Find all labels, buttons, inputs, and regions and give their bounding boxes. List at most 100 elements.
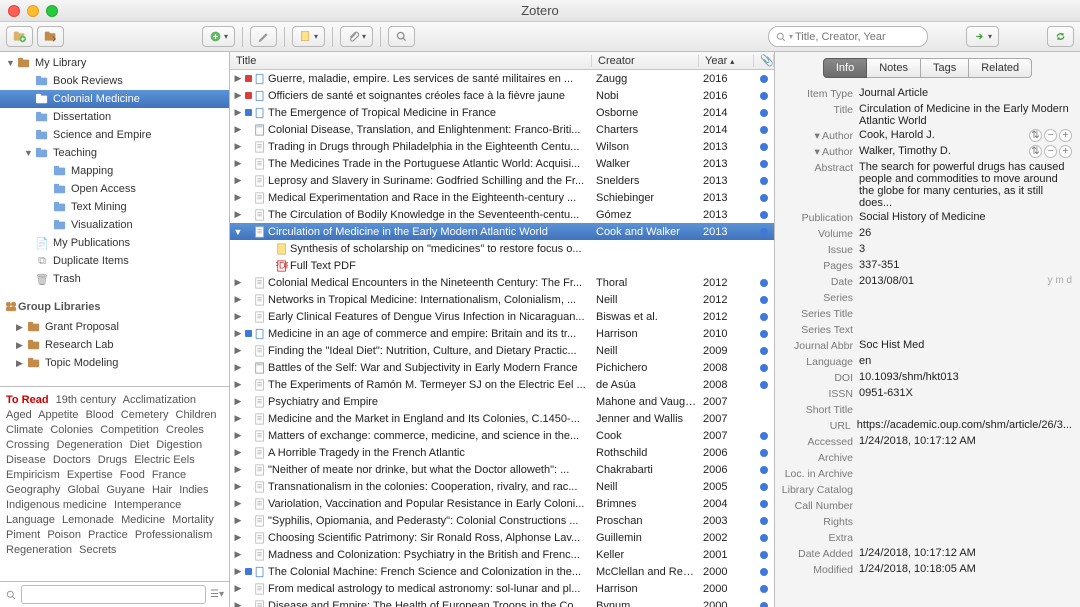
tag[interactable]: Empiricism xyxy=(6,469,60,481)
field-value[interactable]: 1/24/2018, 10:17:12 AM xyxy=(859,435,1072,447)
item-child-row[interactable]: PDFFull Text PDF xyxy=(230,257,774,274)
collection-row[interactable]: ▼Teaching xyxy=(0,144,229,162)
tag[interactable]: Indies xyxy=(179,484,208,496)
tag[interactable]: Appetite xyxy=(38,409,78,421)
tag[interactable]: France xyxy=(152,469,186,481)
collection-row[interactable]: Text Mining xyxy=(0,198,229,216)
field-row[interactable]: Series xyxy=(779,290,1072,306)
item-row[interactable]: ▶"Syphilis, Opiomania, and Pederasty": C… xyxy=(230,512,774,529)
field-row[interactable]: Short Title xyxy=(779,402,1072,418)
tag[interactable]: Food xyxy=(120,469,145,481)
window-close-button[interactable] xyxy=(8,5,20,17)
field-row[interactable]: ISSN0951-631X xyxy=(779,386,1072,402)
item-row[interactable]: ▶The Experiments of Ramón M. Termeyer SJ… xyxy=(230,376,774,393)
item-row[interactable]: ▶The Colonial Machine: French Science an… xyxy=(230,563,774,580)
field-row[interactable]: AbstractThe search for powerful drugs ha… xyxy=(779,160,1072,210)
tag[interactable]: Digestion xyxy=(156,439,202,451)
item-row[interactable]: ▶Colonial Disease, Translation, and Enli… xyxy=(230,121,774,138)
item-row[interactable]: ▶Medicine in an age of commerce and empi… xyxy=(230,325,774,342)
quick-search-field[interactable]: ▾ xyxy=(768,26,928,47)
tag[interactable]: 19th century xyxy=(56,394,117,406)
tag[interactable]: Guyane xyxy=(106,484,145,496)
item-row[interactable]: ▶Guerre, maladie, empire. Les services d… xyxy=(230,70,774,87)
tag[interactable]: Children xyxy=(176,409,217,421)
tag[interactable]: To Read xyxy=(6,394,49,406)
remove-creator-button[interactable]: − xyxy=(1044,129,1057,142)
item-row[interactable]: ▶A Horrible Tragedy in the French Atlant… xyxy=(230,444,774,461)
window-zoom-button[interactable] xyxy=(46,5,58,17)
tag[interactable]: Mortality xyxy=(172,514,214,526)
item-row[interactable]: ▶The Circulation of Bodily Knowledge in … xyxy=(230,206,774,223)
remove-creator-button[interactable]: − xyxy=(1044,145,1057,158)
field-row[interactable]: Issue3 xyxy=(779,242,1072,258)
field-row[interactable]: Rights xyxy=(779,514,1072,530)
item-row[interactable]: ▶Psychiatry and EmpireMahone and Vaughan… xyxy=(230,393,774,410)
tag[interactable]: Competition xyxy=(100,424,159,436)
new-library-button[interactable] xyxy=(37,26,64,47)
tag-filter-input[interactable] xyxy=(21,585,206,604)
tag[interactable]: Crossing xyxy=(6,439,49,451)
field-row[interactable]: Call Number xyxy=(779,498,1072,514)
field-row[interactable]: Pages337-351 xyxy=(779,258,1072,274)
item-row[interactable]: ▶Networks in Tropical Medicine: Internat… xyxy=(230,291,774,308)
field-row[interactable]: Date Added1/24/2018, 10:17:12 AM xyxy=(779,546,1072,562)
field-row[interactable]: Library Catalog xyxy=(779,482,1072,498)
field-row[interactable]: Journal AbbrSoc Hist Med xyxy=(779,338,1072,354)
sync-button[interactable] xyxy=(1047,26,1074,47)
field-row[interactable]: Date2013/08/01y m d xyxy=(779,274,1072,290)
special-row[interactable]: 📄My Publications xyxy=(0,234,229,252)
field-row[interactable]: Loc. in Archive xyxy=(779,466,1072,482)
tag[interactable]: Indigenous medicine xyxy=(6,499,107,511)
tag-options-button[interactable]: ☰▾ xyxy=(210,589,224,600)
field-row[interactable]: PublicationSocial History of Medicine xyxy=(779,210,1072,226)
group-row[interactable]: ▶Research Lab xyxy=(0,336,229,354)
item-row[interactable]: ▶The Emergence of Tropical Medicine in F… xyxy=(230,104,774,121)
field-row[interactable]: Languageen xyxy=(779,354,1072,370)
item-row[interactable]: ▶Matters of exchange: commerce, medicine… xyxy=(230,427,774,444)
item-row[interactable]: ▶The Medicines Trade in the Portuguese A… xyxy=(230,155,774,172)
collection-row[interactable]: Open Access xyxy=(0,180,229,198)
special-row[interactable]: 🗑Trash xyxy=(0,270,229,288)
search-mode-dropdown[interactable]: ▾ xyxy=(789,32,793,41)
collection-row[interactable]: Visualization xyxy=(0,216,229,234)
tag[interactable]: Hair xyxy=(152,484,172,496)
item-row[interactable]: ▶Early Clinical Features of Dengue Virus… xyxy=(230,308,774,325)
field-value[interactable]: Walker, Timothy D.⇅−+ xyxy=(859,145,1072,158)
tag[interactable]: Global xyxy=(68,484,100,496)
item-row[interactable]: ▶Medicine and the Market in England and … xyxy=(230,410,774,427)
tag[interactable]: Creoles xyxy=(166,424,204,436)
item-row[interactable]: ▶Disease and Empire: The Health of Europ… xyxy=(230,597,774,607)
tag[interactable]: Expertise xyxy=(67,469,113,481)
field-value[interactable]: Soc Hist Med xyxy=(859,339,1072,351)
field-value[interactable]: https://academic.oup.com/shm/article/26/… xyxy=(857,419,1072,431)
collection-row[interactable]: Science and Empire xyxy=(0,126,229,144)
tag[interactable]: Electric Eels xyxy=(134,454,195,466)
tag[interactable]: Cemetery xyxy=(121,409,169,421)
tag[interactable]: Regeneration xyxy=(6,544,72,556)
quick-search-input[interactable] xyxy=(795,31,921,43)
swap-names-button[interactable]: ⇅ xyxy=(1029,145,1042,158)
field-row[interactable]: DOI10.1093/shm/hkt013 xyxy=(779,370,1072,386)
locate-button[interactable]: ▾ xyxy=(966,26,999,47)
item-row[interactable]: ▶Colonial Medical Encounters in the Nine… xyxy=(230,274,774,291)
tag[interactable]: Climate xyxy=(6,424,43,436)
field-value[interactable]: 10.1093/shm/hkt013 xyxy=(859,371,1072,383)
field-row[interactable]: Item TypeJournal Article xyxy=(779,86,1072,102)
tab-notes[interactable]: Notes xyxy=(867,58,921,78)
tag[interactable]: Blood xyxy=(86,409,114,421)
collection-row[interactable]: Book Reviews xyxy=(0,72,229,90)
tag[interactable]: Piment xyxy=(6,529,40,541)
field-row[interactable]: ▾ AuthorCook, Harold J.⇅−+ xyxy=(779,128,1072,144)
field-row[interactable]: Volume26 xyxy=(779,226,1072,242)
tag[interactable]: Secrets xyxy=(79,544,116,556)
item-child-row[interactable]: Synthesis of scholarship on "medicines" … xyxy=(230,240,774,257)
field-value[interactable]: Cook, Harold J.⇅−+ xyxy=(859,129,1072,142)
tag[interactable]: Lemonade xyxy=(62,514,114,526)
column-attachment[interactable]: 📎 xyxy=(754,54,774,67)
group-row[interactable]: ▶Topic Modeling xyxy=(0,354,229,372)
field-value[interactable]: 1/24/2018, 10:18:05 AM xyxy=(859,563,1072,575)
add-creator-button[interactable]: + xyxy=(1059,129,1072,142)
item-row[interactable]: ▶Leprosy and Slavery in Suriname: Godfri… xyxy=(230,172,774,189)
window-minimize-button[interactable] xyxy=(27,5,39,17)
field-row[interactable]: ▾ AuthorWalker, Timothy D.⇅−+ xyxy=(779,144,1072,160)
